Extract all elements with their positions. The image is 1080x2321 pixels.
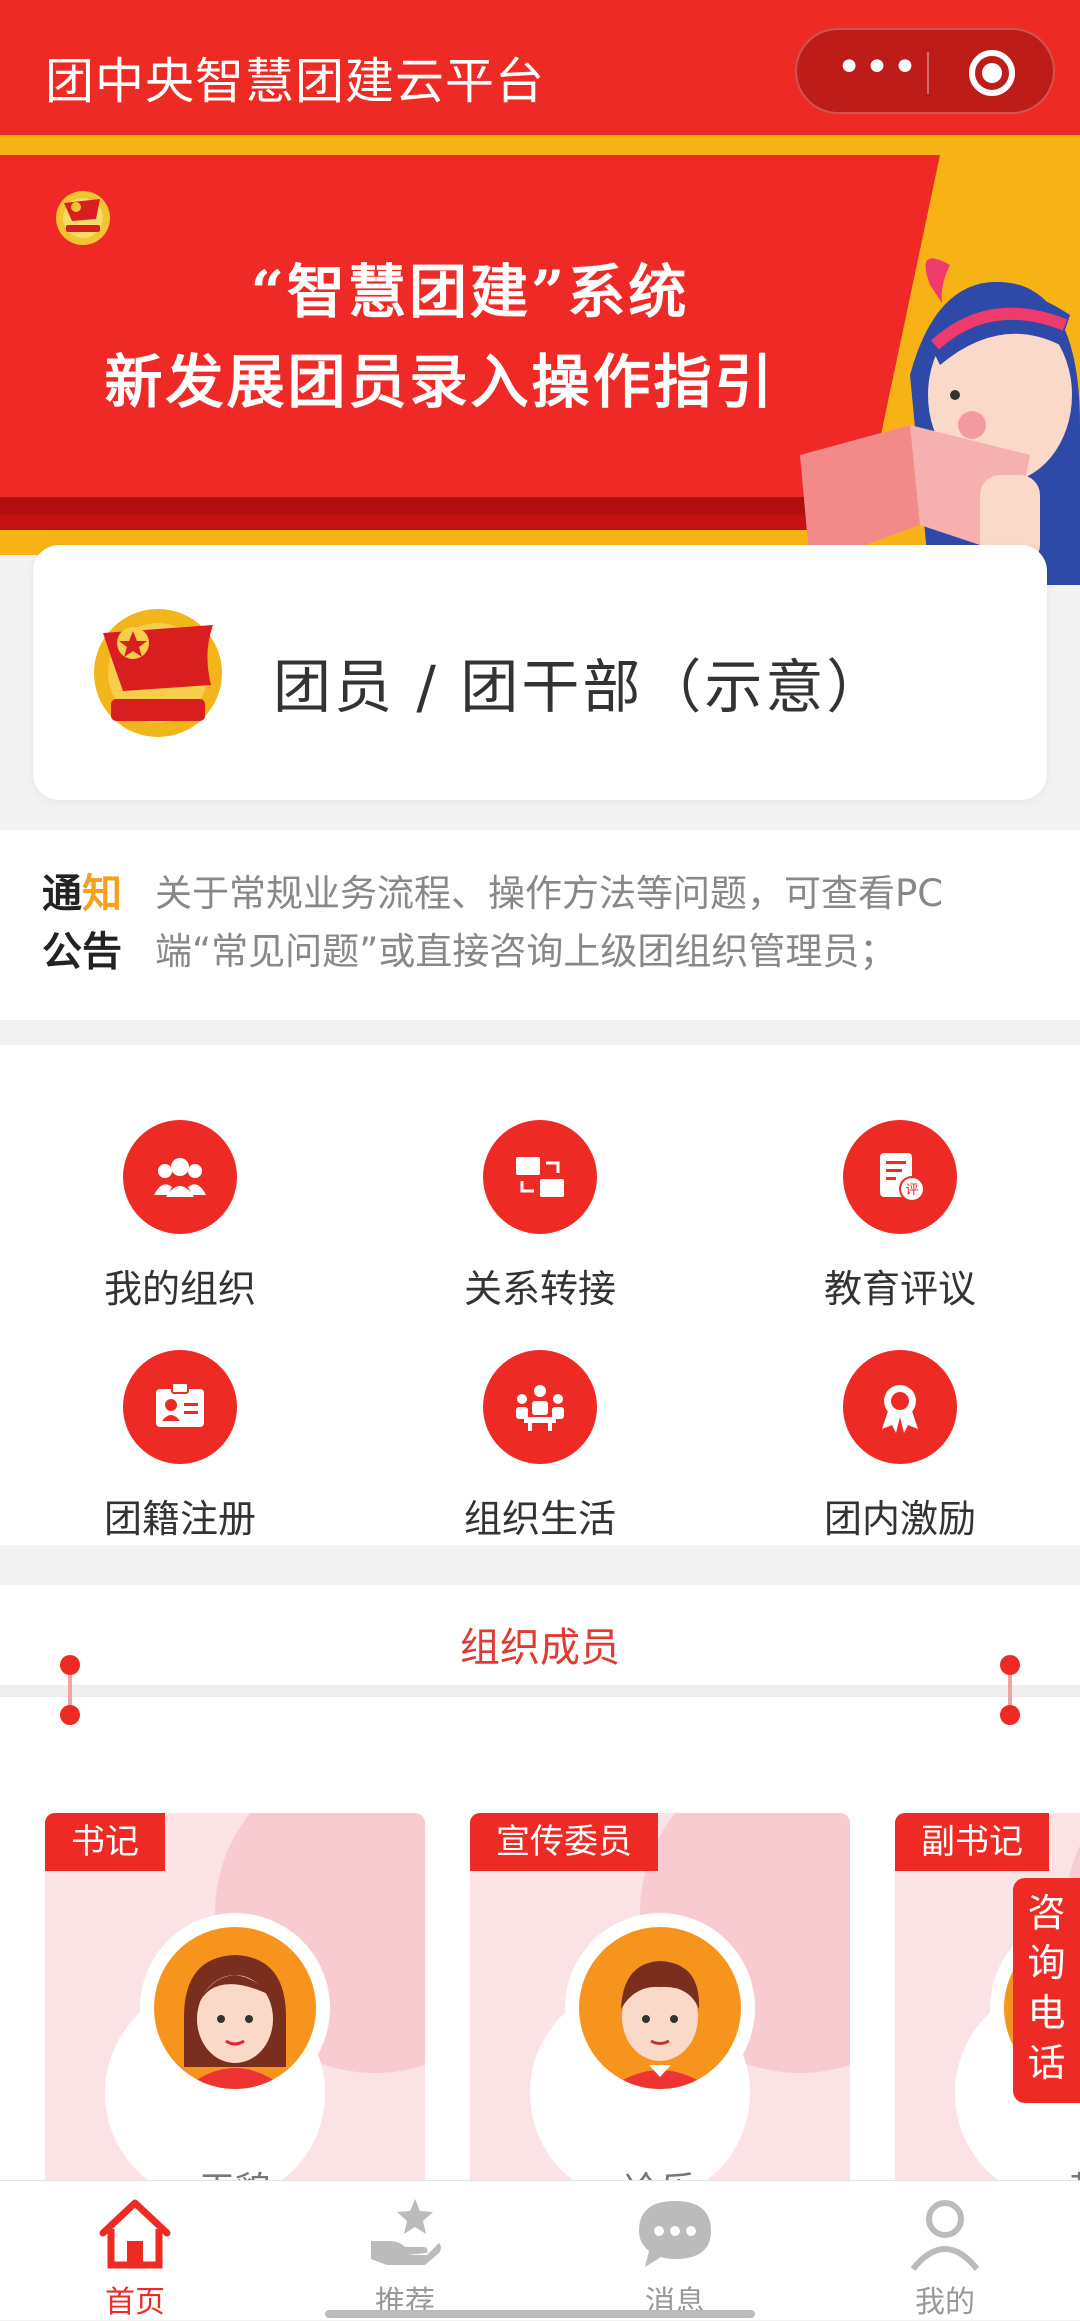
consult-phone-button[interactable]: 咨询电话 [1013, 1878, 1080, 2103]
grid-label: 团内激励 [823, 1497, 976, 1541]
league-badge-icon [94, 609, 222, 737]
tab-messages[interactable]: 消息 [540, 2181, 810, 2321]
home-indicator [325, 2310, 755, 2318]
grid-label: 团籍注册 [103, 1497, 256, 1541]
tab-label: 我的 [915, 2285, 975, 2320]
close-target-icon[interactable] [969, 50, 1015, 96]
hand-star-icon [371, 2199, 441, 2265]
capsule-divider [927, 52, 929, 94]
evaluation-doc-icon: 评 [843, 1120, 957, 1234]
tab-recommend[interactable]: 推荐 [270, 2181, 540, 2321]
meeting-icon [483, 1350, 597, 1464]
tab-home[interactable]: 首页 [0, 2181, 270, 2321]
member-role-tag: 宣传委员 [470, 1813, 658, 1871]
members-title: 组织成员 [460, 1625, 620, 1671]
grid-label: 组织生活 [463, 1497, 616, 1541]
top-bar: 团中央智慧团建云平台 ••• [0, 0, 1080, 135]
decorative-rail [0, 1685, 1080, 1697]
member-role-tag: 副书记 [895, 1813, 1049, 1871]
grid-item-league-incentive[interactable]: 团内激励 [720, 1305, 1080, 1541]
function-grid: 我的组织 关系转接 评 教育评议 团籍注册 组织生活 团内激励 [0, 1045, 1080, 1545]
svg-text:评: 评 [905, 1183, 918, 1198]
notice-bar[interactable]: 通知 公告 关于常规业务流程、操作方法等问题，可查看PC端“常见问题”或直接咨询上… [0, 830, 1080, 1020]
promo-banner[interactable]: “智慧团建”系统 新发展团员录入操作指引 [0, 135, 1080, 600]
member-card[interactable]: 书记 王貌 [45, 1813, 425, 2180]
member-role-tag: 书记 [45, 1813, 165, 1871]
league-emblem-icon [56, 191, 110, 245]
mini-program-capsule: ••• [795, 28, 1055, 114]
member-name: 冷乐 [470, 2161, 850, 2180]
id-card-icon [123, 1350, 237, 1464]
female-avatar-icon [184, 1955, 286, 2089]
tab-label: 首页 [105, 2285, 165, 2320]
more-icon[interactable]: ••• [833, 46, 923, 90]
profile-name: 团员 / 团干部（示意） [273, 653, 888, 721]
rail-pin-left [60, 1655, 80, 1725]
home-icon [99, 2199, 171, 2269]
notice-tag: 通知 公告 [42, 871, 122, 975]
award-ribbon-icon [843, 1350, 957, 1464]
rail-pin-right [1000, 1655, 1020, 1725]
folder-transfer-icon [483, 1120, 597, 1234]
grid-item-my-organization[interactable]: 我的组织 [0, 1075, 360, 1311]
grid-item-relation-transfer[interactable]: 关系转接 [360, 1075, 720, 1311]
notice-text: 关于常规业务流程、操作方法等问题，可查看PC端“常见问题”或直接咨询上级团组织管… [155, 872, 944, 973]
member-card[interactable]: 宣传委员 冷乐 [470, 1813, 850, 2180]
profile-card[interactable]: 团员 / 团干部（示意） [33, 545, 1047, 800]
avatar [140, 1913, 330, 2103]
grid-item-membership-registration[interactable]: 团籍注册 [0, 1305, 360, 1541]
grid-item-organization-life[interactable]: 组织生活 [360, 1305, 720, 1541]
members-section: 组织成员 书记 王貌 宣传委员 [0, 1585, 1080, 2180]
girl-reading-illustration [800, 258, 1080, 585]
male-avatar-icon [609, 1961, 711, 2089]
avatar [565, 1913, 755, 2103]
people-group-icon [123, 1120, 237, 1234]
member-name: 黄 [895, 2161, 1080, 2180]
tab-mine[interactable]: 我的 [810, 2181, 1080, 2321]
member-name: 王貌 [45, 2161, 425, 2180]
tab-bar: 首页 推荐 消息 我的 [0, 2180, 1080, 2320]
chat-bubble-icon [639, 2201, 711, 2267]
user-icon [910, 2200, 980, 2271]
app-title: 团中央智慧团建云平台 [45, 53, 546, 110]
grid-item-education-review[interactable]: 评 教育评议 [720, 1075, 1080, 1311]
